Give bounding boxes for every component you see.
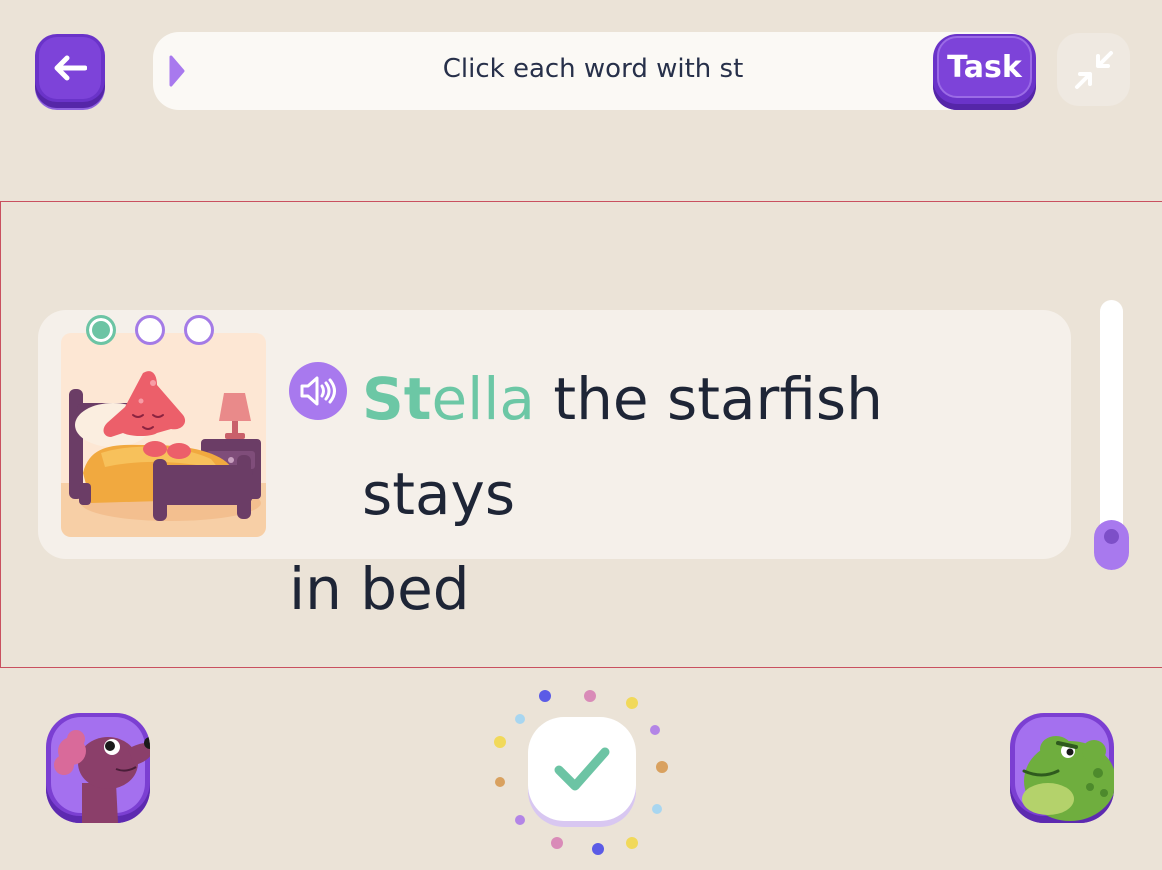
- task-button-label: Task: [937, 36, 1032, 98]
- back-button[interactable]: [35, 34, 105, 108]
- frog-avatar: [1022, 736, 1114, 821]
- task-button[interactable]: Task: [933, 34, 1036, 110]
- word-stella[interactable]: Stella: [362, 365, 535, 433]
- progress-dot-complete: [86, 315, 116, 345]
- sentence-line2[interactable]: in bed: [289, 542, 1049, 637]
- collapse-button[interactable]: [1057, 33, 1130, 106]
- starfish-bed-illustration: [61, 333, 266, 537]
- dog-avatar-button[interactable]: [46, 713, 150, 823]
- sentence-text: Stella the starfish stays in bed: [289, 352, 1049, 637]
- instruction-text: Click each word with st: [442, 54, 744, 84]
- checkmark-icon: [554, 747, 610, 791]
- check-button[interactable]: [528, 717, 636, 821]
- scrollbar-thumb[interactable]: [1094, 520, 1129, 570]
- arrow-left-icon: [54, 55, 87, 81]
- progress-dot-pending: [184, 315, 214, 345]
- progress-dots: [86, 315, 214, 345]
- progress-dot-pending: [135, 315, 165, 345]
- collapse-arrows-icon: [1074, 50, 1113, 89]
- dog-avatar: [54, 730, 150, 823]
- frog-avatar-button[interactable]: [1010, 713, 1114, 823]
- instruction-bar: Click each word with st: [153, 32, 1033, 110]
